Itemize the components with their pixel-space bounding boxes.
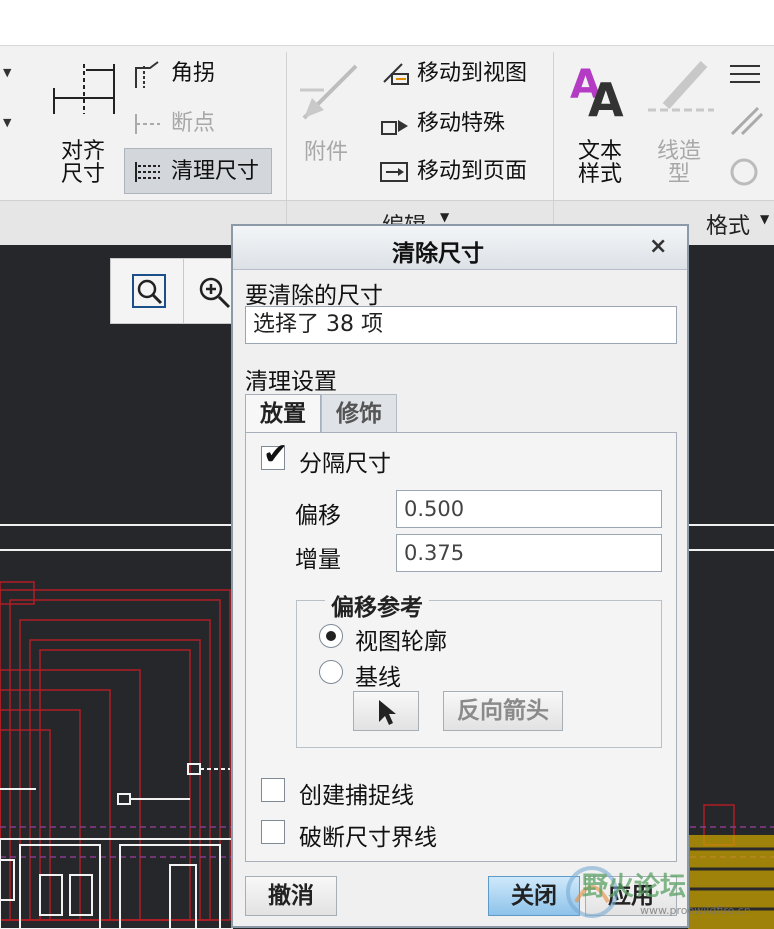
watermark-url: www.proewildfire.cn	[640, 904, 751, 917]
cancel-button[interactable]: 撤消	[245, 876, 337, 916]
align-dimensions-button[interactable]: 对齐 尺寸	[55, 140, 111, 186]
checkmark-icon: ✔	[263, 437, 289, 472]
view-outline-label: 视图轮廓	[355, 629, 447, 655]
svg-text:A: A	[588, 73, 624, 122]
breakpoint-button[interactable]: 断点	[171, 111, 215, 137]
refit-view-icon[interactable]	[131, 273, 167, 309]
corner-button[interactable]: 角拐	[171, 61, 215, 87]
watermark-brand: 野火论坛	[582, 872, 687, 902]
ribbon-scroll-arrow-icon[interactable]: ▼	[3, 66, 11, 79]
move-to-page-icon	[380, 162, 408, 182]
attach-icon	[300, 64, 358, 120]
ribbon-separator	[553, 52, 554, 242]
select-baseline-button[interactable]	[353, 691, 419, 731]
increment-input[interactable]: 0.375	[396, 534, 662, 572]
clean-dimensions-label: 清理尺寸	[171, 159, 260, 184]
clean-dimensions-icon	[135, 162, 160, 182]
pointer-arrow-icon	[379, 700, 396, 725]
text-style-button[interactable]: 文本 样式	[572, 140, 628, 186]
tab-placement[interactable]: 放置	[245, 394, 321, 434]
selection-field[interactable]: 选择了 38 项	[245, 306, 677, 344]
ribbon-separator	[286, 52, 287, 242]
toolbar-separator	[183, 259, 184, 323]
format-tools-icon	[730, 65, 764, 186]
view-toolbar	[110, 258, 235, 324]
format-group-label[interactable]: 格式	[706, 208, 750, 240]
separate-dims-label: 分隔尺寸	[299, 451, 391, 477]
dims-to-clean-label: 要清除的尺寸	[245, 283, 383, 309]
corner-icon	[135, 61, 159, 88]
text-style-icon: A A	[570, 62, 624, 122]
baseline-label: 基线	[355, 665, 401, 691]
clean-dimensions-dialog: 清除尺寸 × 要清除的尺寸 选择了 38 项 清理设置 放置 修饰 ✔ 分隔尺寸…	[231, 224, 689, 928]
ribbon: ▼ ▼ 对齐 尺寸 角拐 断点 清理尺寸 附件 移动到视图 移动特殊 移动到页面…	[0, 0, 774, 245]
offset-label: 偏移	[295, 503, 341, 529]
dialog-title-bar[interactable]: 清除尺寸 ×	[233, 226, 687, 270]
increment-label: 增量	[295, 547, 341, 573]
break-witness-lines-checkbox[interactable]	[261, 820, 285, 844]
move-special-button[interactable]: 移动特殊	[417, 111, 505, 137]
break-witness-lines-label: 破断尺寸界线	[299, 825, 437, 851]
close-icon[interactable]: ×	[649, 234, 667, 259]
breakpoint-icon	[135, 114, 160, 134]
align-dimensions-icon[interactable]	[50, 60, 118, 116]
line-style-icon	[648, 60, 714, 112]
move-to-view-button[interactable]: 移动到视图	[417, 61, 527, 87]
separate-dims-checkbox[interactable]: ✔	[261, 437, 288, 472]
format-group-arrow-icon[interactable]: ▼	[760, 212, 769, 226]
move-to-view-icon	[383, 63, 409, 85]
offset-input[interactable]: 0.500	[396, 490, 662, 528]
move-to-page-button[interactable]: 移动到页面	[417, 159, 527, 185]
ribbon-scroll-arrow-icon[interactable]: ▼	[3, 116, 11, 129]
reverse-arrow-button[interactable]: 反向箭头	[443, 691, 563, 731]
move-special-icon	[381, 120, 408, 135]
line-style-button[interactable]: 线造 型	[651, 140, 707, 186]
create-snap-lines-checkbox[interactable]	[261, 778, 285, 802]
radio-baseline[interactable]	[319, 660, 343, 684]
ribbon-header-strip	[0, 0, 774, 46]
radio-selected-dot	[326, 631, 336, 641]
tab-cosmetic[interactable]: 修饰	[321, 394, 397, 434]
dialog-title: 清除尺寸	[392, 241, 484, 267]
zoom-in-icon[interactable]	[197, 275, 233, 311]
radio-view-outline[interactable]	[319, 624, 343, 648]
edit-group-arrow-icon[interactable]: ▼	[440, 210, 449, 224]
create-snap-lines-label: 创建捕捉线	[299, 783, 414, 809]
clean-settings-label: 清理设置	[245, 369, 337, 395]
offset-reference-title: 偏移参考	[325, 588, 429, 622]
attach-button[interactable]: 附件	[304, 140, 348, 166]
